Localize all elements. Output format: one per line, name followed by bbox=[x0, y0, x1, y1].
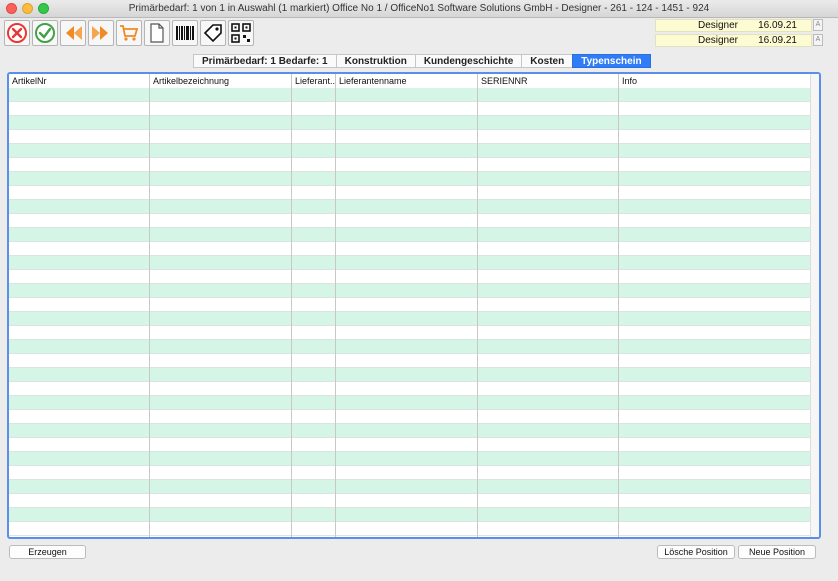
user-info-row: Designer 16.09.21 bbox=[655, 19, 812, 32]
table-row[interactable] bbox=[9, 172, 811, 186]
column-header-artikelnr[interactable]: ArtikelNr bbox=[9, 74, 150, 88]
user-name: Designer bbox=[697, 20, 738, 31]
document-icon bbox=[150, 23, 164, 43]
table-row[interactable] bbox=[9, 228, 811, 242]
user-date: 16.09.21 bbox=[758, 20, 797, 31]
column-header-info[interactable]: Info bbox=[619, 74, 811, 88]
title-bar: Primärbedarf: 1 von 1 in Auswahl (1 mark… bbox=[0, 0, 838, 18]
table-row[interactable] bbox=[9, 452, 811, 466]
column-header-seriennr[interactable]: SERIENNR bbox=[478, 74, 619, 88]
table-row[interactable] bbox=[9, 368, 811, 382]
barcode-button[interactable] bbox=[172, 20, 198, 46]
delete-position-button[interactable]: Lösche Position bbox=[657, 545, 735, 559]
table-row[interactable] bbox=[9, 522, 811, 536]
table-row[interactable] bbox=[9, 186, 811, 200]
table-row[interactable] bbox=[9, 102, 811, 116]
table-scrollbar[interactable] bbox=[810, 74, 819, 537]
qr-code-button[interactable] bbox=[228, 20, 254, 46]
cart-button[interactable] bbox=[116, 20, 142, 46]
next-button[interactable] bbox=[88, 20, 114, 46]
table-row[interactable] bbox=[9, 214, 811, 228]
table-row[interactable] bbox=[9, 396, 811, 410]
qr-code-icon bbox=[231, 23, 251, 43]
table-row[interactable] bbox=[9, 340, 811, 354]
tab-typenschein[interactable]: Typenschein bbox=[572, 54, 651, 68]
shopping-cart-icon bbox=[120, 25, 139, 41]
column-header-artikelbezeichnung[interactable]: Artikelbezeichnung bbox=[150, 74, 292, 88]
confirm-button[interactable] bbox=[32, 20, 58, 46]
checkmark-icon bbox=[35, 23, 55, 43]
table-row[interactable] bbox=[9, 508, 811, 522]
table-row[interactable] bbox=[9, 158, 811, 172]
table-row[interactable] bbox=[9, 270, 811, 284]
typenschein-table: ArtikelNr Artikelbezeichnung Lieferant..… bbox=[7, 72, 821, 539]
table-header: ArtikelNr Artikelbezeichnung Lieferant..… bbox=[9, 74, 811, 89]
tab-kosten[interactable]: Kosten bbox=[521, 54, 573, 68]
tab-bar: Primärbedarf: 1 Bedarfe: 1 Konstruktion … bbox=[193, 54, 651, 68]
table-row[interactable] bbox=[9, 410, 811, 424]
window-title: Primärbedarf: 1 von 1 in Auswahl (1 mark… bbox=[128, 3, 710, 14]
cancel-icon bbox=[7, 23, 27, 43]
table-row[interactable] bbox=[9, 200, 811, 214]
column-header-lieferantenname[interactable]: Lieferantenname bbox=[336, 74, 478, 88]
table-row[interactable] bbox=[9, 312, 811, 326]
table-row[interactable] bbox=[9, 438, 811, 452]
table-row[interactable] bbox=[9, 242, 811, 256]
cancel-button[interactable] bbox=[4, 20, 30, 46]
user-info-toggle[interactable]: A bbox=[813, 19, 823, 31]
tab-kundengeschichte[interactable]: Kundengeschichte bbox=[414, 54, 522, 68]
table-row[interactable] bbox=[9, 298, 811, 312]
barcode-icon bbox=[176, 26, 194, 40]
arrow-right-icon bbox=[92, 26, 108, 40]
user-info-toggle[interactable]: A bbox=[813, 34, 823, 46]
table-row[interactable] bbox=[9, 256, 811, 270]
create-button[interactable]: Erzeugen bbox=[9, 545, 86, 559]
table-row[interactable] bbox=[9, 116, 811, 130]
document-button[interactable] bbox=[144, 20, 170, 46]
user-date: 16.09.21 bbox=[758, 35, 797, 46]
table-row[interactable] bbox=[9, 144, 811, 158]
user-info-row: Designer 16.09.21 bbox=[655, 34, 812, 47]
table-row[interactable] bbox=[9, 326, 811, 340]
table-row[interactable] bbox=[9, 494, 811, 508]
tag-icon bbox=[203, 24, 222, 43]
table-row[interactable] bbox=[9, 466, 811, 480]
column-header-lieferant[interactable]: Lieferant... bbox=[292, 74, 336, 88]
user-name: Designer bbox=[697, 35, 738, 46]
table-row[interactable] bbox=[9, 88, 811, 102]
table-row[interactable] bbox=[9, 130, 811, 144]
tag-button[interactable] bbox=[200, 20, 226, 46]
tab-konstruktion[interactable]: Konstruktion bbox=[335, 54, 415, 68]
new-position-button[interactable]: Neue Position bbox=[738, 545, 816, 559]
arrow-left-icon bbox=[66, 26, 82, 40]
table-row[interactable] bbox=[9, 284, 811, 298]
tab-primaerbedarf[interactable]: Primärbedarf: 1 Bedarfe: 1 bbox=[193, 54, 336, 68]
table-row[interactable] bbox=[9, 354, 811, 368]
table-row[interactable] bbox=[9, 480, 811, 494]
table-row[interactable] bbox=[9, 424, 811, 438]
table-row[interactable] bbox=[9, 382, 811, 396]
table-body bbox=[9, 88, 811, 536]
previous-button[interactable] bbox=[60, 20, 86, 46]
